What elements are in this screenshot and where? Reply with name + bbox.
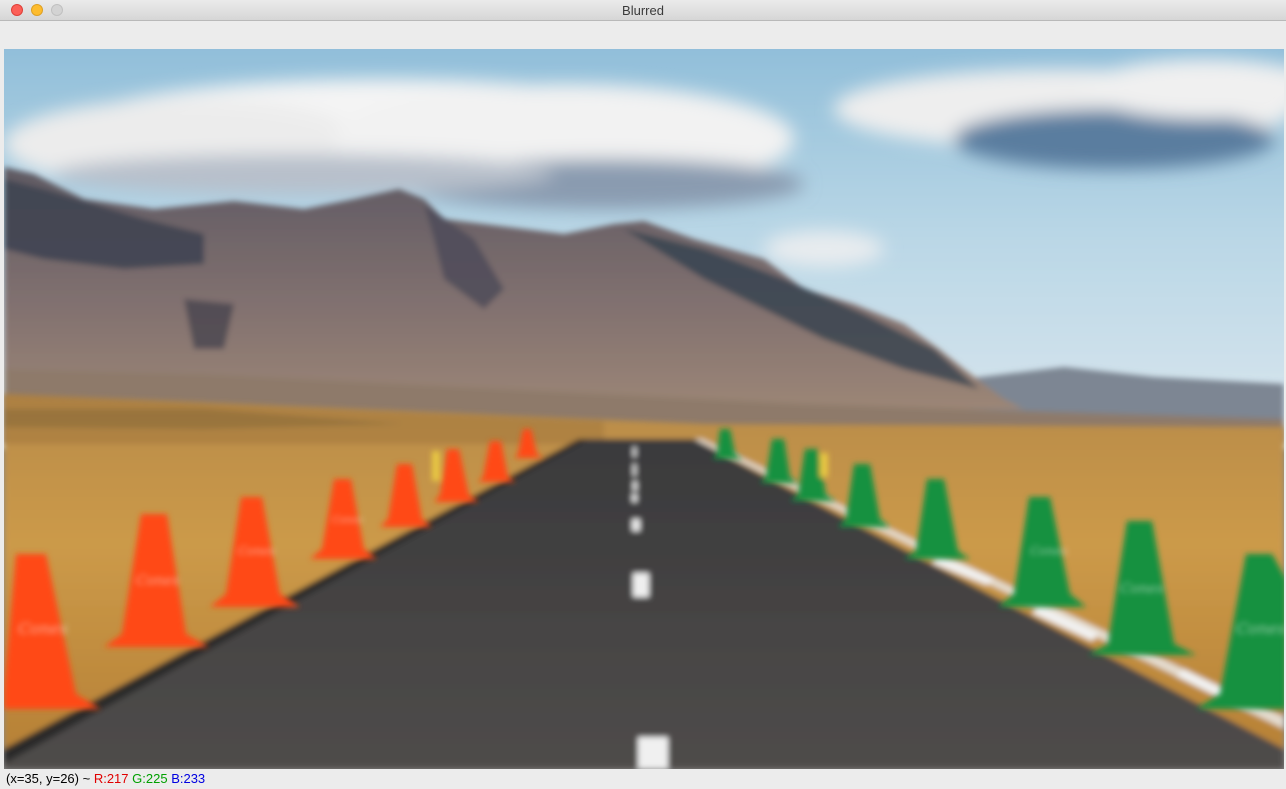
status-coords: (x=35, y=26) ~: [6, 771, 94, 786]
title-bar[interactable]: Blurred: [0, 0, 1286, 21]
status-bar: (x=35, y=26) ~ R:217 G:225 B:233: [0, 769, 1286, 789]
svg-text:Cones: Cones: [332, 515, 363, 526]
toolbar: [0, 21, 1286, 49]
svg-text:Cones: Cones: [18, 619, 68, 638]
svg-text:Cones: Cones: [136, 573, 180, 589]
svg-text:Cones: Cones: [238, 544, 275, 558]
blurred-image: Cones Cones Cones Cones Cones Cones Cone…: [4, 49, 1284, 769]
svg-text:Cones: Cones: [1120, 581, 1164, 597]
svg-text:Cones: Cones: [1236, 619, 1284, 638]
svg-text:Cones: Cones: [1030, 544, 1067, 558]
status-green-value: G:225: [132, 771, 168, 786]
status-blue-value: B:233: [171, 771, 206, 786]
image-view[interactable]: Cones Cones Cones Cones Cones Cones Cone…: [4, 49, 1284, 769]
app-window: Blurred Cones Cones Cones Cones Cones Co…: [0, 0, 1286, 789]
window-title: Blurred: [622, 3, 664, 18]
status-red-value: R:217: [93, 771, 129, 786]
